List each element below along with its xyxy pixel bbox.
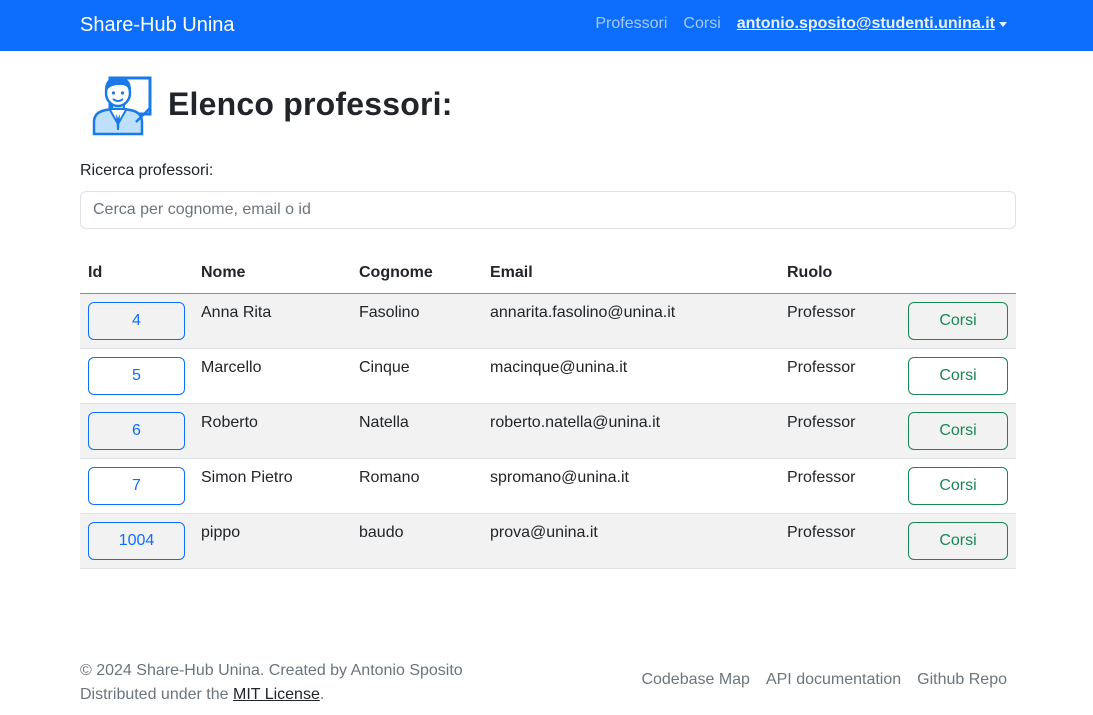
search-input[interactable] [80, 191, 1016, 229]
footer-credits: © 2024 Share-Hub Unina. Created by Anton… [80, 659, 463, 707]
footer-link-codebase-map[interactable]: Codebase Map [641, 671, 750, 689]
corsi-button[interactable]: Corsi [908, 521, 1008, 560]
action-cell: Corsi [899, 348, 1016, 404]
header-id: Id [80, 254, 193, 294]
nome-cell: pippo [193, 513, 351, 569]
professor-id-button[interactable]: 6 [88, 411, 185, 450]
professors-table: Id Nome Cognome Email Ruolo 4 Anna Rita … [80, 254, 1016, 569]
cognome-cell: baudo [351, 513, 482, 569]
header-cognome: Cognome [351, 254, 482, 294]
professor-id-button[interactable]: 1004 [88, 521, 185, 560]
action-cell: Corsi [899, 458, 1016, 514]
cognome-cell: Fasolino [351, 293, 482, 349]
nome-cell: Roberto [193, 403, 351, 459]
corsi-button[interactable]: Corsi [908, 411, 1008, 450]
professors-table-container: Id Nome Cognome Email Ruolo 4 Anna Rita … [80, 254, 1016, 569]
id-cell: 5 [80, 348, 193, 404]
user-email: antonio.sposito@studenti.unina.it [736, 15, 995, 32]
header-actions [899, 254, 1016, 294]
ruolo-cell: Professor [779, 458, 899, 514]
header-nome: Nome [193, 254, 351, 294]
table-row: 5 Marcello Cinque macinque@unina.it Prof… [80, 348, 1016, 404]
header-email: Email [482, 254, 779, 294]
top-navbar: Share-Hub Unina Professori Corsi antonio… [0, 0, 1093, 51]
footer-link-github-repo[interactable]: Github Repo [917, 671, 1007, 689]
license-prefix: Distributed under the [80, 686, 229, 703]
brand-link[interactable]: Share-Hub Unina [80, 12, 235, 38]
mit-license-link[interactable]: MIT License [233, 686, 320, 703]
nav-links: Professori Corsi antonio.sposito@student… [579, 13, 1007, 35]
page-title: Elenco professori: [168, 85, 453, 122]
header-ruolo: Ruolo [779, 254, 899, 294]
table-row: 6 Roberto Natella roberto.natella@unina.… [80, 403, 1016, 459]
action-cell: Corsi [899, 293, 1016, 349]
nav-link-corsi[interactable]: Corsi [683, 15, 720, 33]
professor-id-button[interactable]: 5 [88, 356, 185, 395]
action-cell: Corsi [899, 513, 1016, 569]
license-suffix: . [319, 686, 325, 703]
chevron-down-icon [999, 21, 1007, 27]
email-cell: macinque@unina.it [482, 348, 779, 404]
ruolo-cell: Professor [779, 513, 899, 569]
cognome-cell: Cinque [351, 348, 482, 404]
email-cell: roberto.natella@unina.it [482, 403, 779, 459]
footer-links: Codebase Map API documentation Github Re… [625, 671, 1007, 689]
email-cell: prova@unina.it [482, 513, 779, 569]
professor-id-button[interactable]: 7 [88, 466, 185, 505]
cognome-cell: Natella [351, 403, 482, 459]
professor-id-button[interactable]: 4 [88, 301, 185, 340]
nome-cell: Marcello [193, 348, 351, 404]
corsi-button[interactable]: Corsi [908, 356, 1008, 395]
page-header: Elenco professori: [88, 72, 453, 136]
ruolo-cell: Professor [779, 293, 899, 349]
nome-cell: Simon Pietro [193, 458, 351, 514]
footer-license: Distributed under the MIT License. [80, 683, 463, 707]
table-row: 4 Anna Rita Fasolino annarita.fasolino@u… [80, 293, 1016, 349]
professor-icon [92, 76, 152, 136]
cognome-cell: Romano [351, 458, 482, 514]
action-cell: Corsi [899, 403, 1016, 459]
table-row: 7 Simon Pietro Romano spromano@unina.it … [80, 458, 1016, 514]
id-cell: 6 [80, 403, 193, 459]
user-dropdown-toggle[interactable]: antonio.sposito@studenti.unina.it [737, 15, 1007, 33]
nav-link-professori[interactable]: Professori [595, 15, 667, 33]
ruolo-cell: Professor [779, 403, 899, 459]
corsi-button[interactable]: Corsi [908, 301, 1008, 340]
corsi-button[interactable]: Corsi [908, 466, 1008, 505]
nome-cell: Anna Rita [193, 293, 351, 349]
table-row: 1004 pippo baudo prova@unina.it Professo… [80, 513, 1016, 569]
email-cell: spromano@unina.it [482, 458, 779, 514]
email-cell: annarita.fasolino@unina.it [482, 293, 779, 349]
footer-copyright: © 2024 Share-Hub Unina. Created by Anton… [80, 662, 463, 679]
footer-link-api-documentation[interactable]: API documentation [766, 671, 901, 689]
id-cell: 1004 [80, 513, 193, 569]
search-label: Ricerca professori: [80, 162, 214, 179]
table-header-row: Id Nome Cognome Email Ruolo [80, 254, 1016, 294]
id-cell: 4 [80, 293, 193, 349]
id-cell: 7 [80, 458, 193, 514]
ruolo-cell: Professor [779, 348, 899, 404]
